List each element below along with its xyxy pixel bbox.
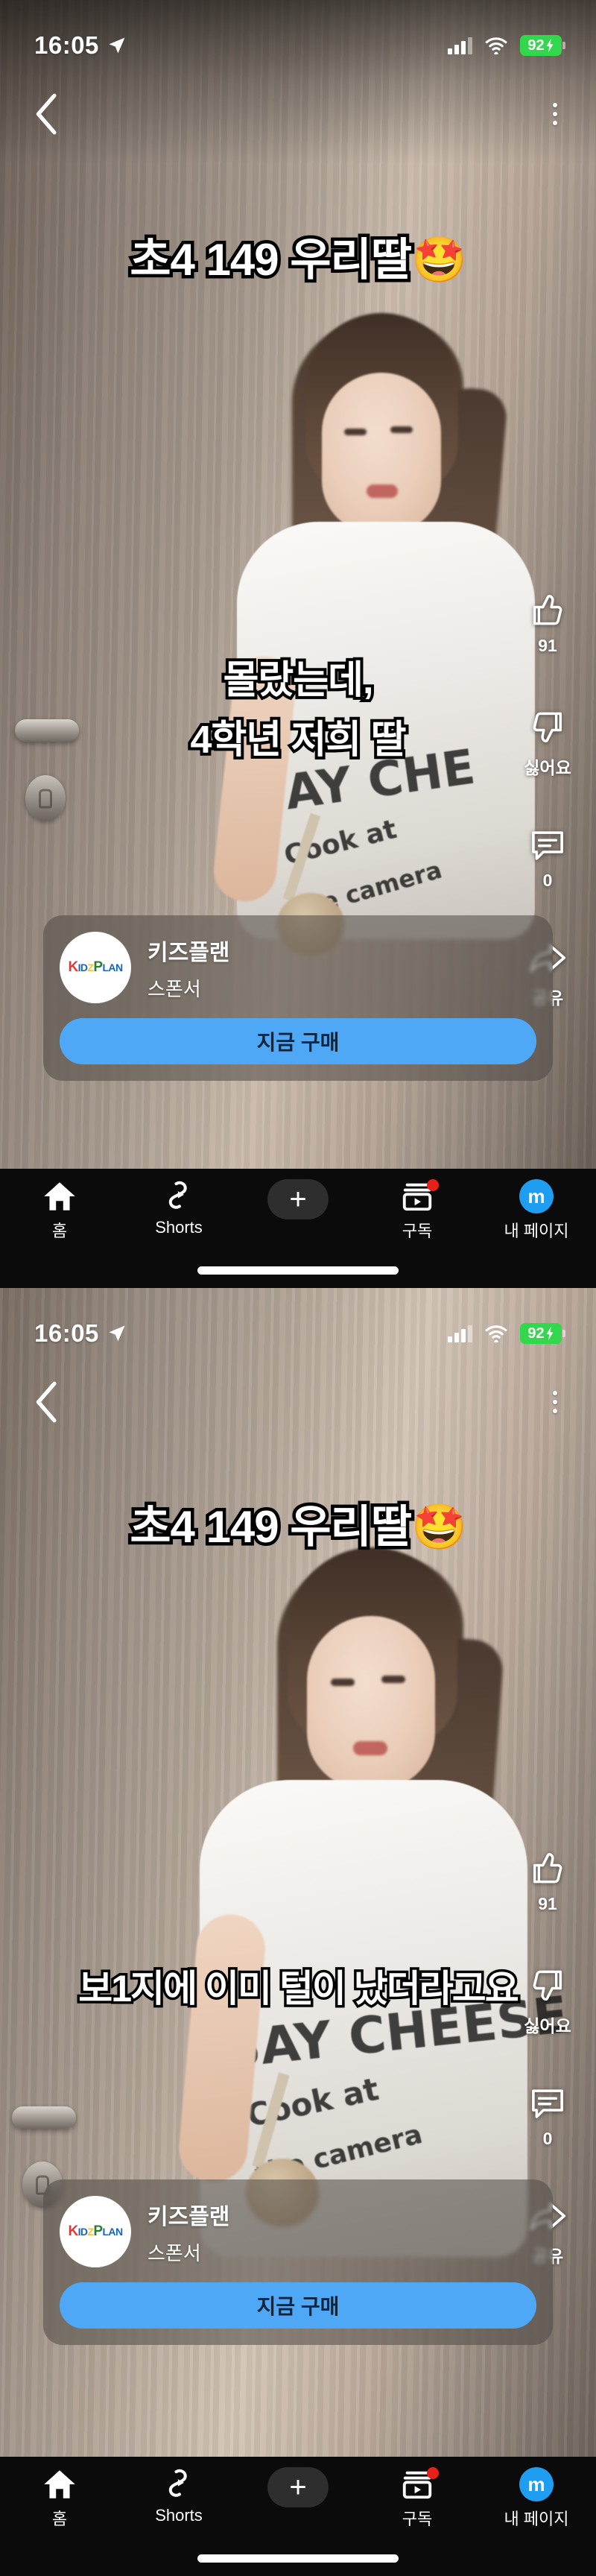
comment-count: 0 [542, 2129, 553, 2148]
tab-subscriptions[interactable]: 구독 [361, 2467, 473, 2530]
battery-level: 92 [527, 1325, 545, 1342]
lightning-bolt-icon [546, 39, 554, 52]
kebab-menu-icon[interactable] [548, 1386, 562, 1418]
shorts-screen-2: SAY CHEESE Cook at the camera 16:05 92 초… [0, 1288, 596, 2576]
chevron-left-icon[interactable] [34, 1381, 60, 1423]
sponsor-label: 스폰서 [148, 977, 201, 1000]
comment-count: 0 [542, 871, 553, 890]
tab-mypage[interactable]: m 내 페이지 [481, 1179, 592, 1242]
shorts-screen-1: AY CHE Cook at the camera 16:05 92 초4 14… [0, 0, 596, 1288]
player-top-nav-1 [0, 88, 596, 140]
chevron-left-icon[interactable] [34, 93, 60, 135]
dislike-button-1[interactable]: 싫어요 [524, 707, 571, 779]
bottom-tab-bar-2: 홈 Shorts + 구독 m 내 페이지 [0, 2457, 596, 2576]
tab-create[interactable]: + [242, 2467, 354, 2507]
buy-now-button-1[interactable]: 지금 구매 [60, 1018, 536, 1064]
tab-subscriptions[interactable]: 구독 [361, 1179, 473, 1242]
buy-now-button-2[interactable]: 지금 구매 [60, 2282, 536, 2329]
plus-icon: + [267, 2467, 329, 2507]
wifi-icon [485, 37, 507, 54]
home-icon [44, 1182, 75, 1210]
location-arrow-icon [109, 1325, 125, 1342]
home-icon [44, 2470, 75, 2498]
tab-label-mypage: 내 페이지 [504, 2510, 569, 2528]
shorts-icon [168, 1181, 187, 1209]
door-handle [12, 2106, 76, 2129]
tab-label-home: 홈 [51, 1222, 68, 1240]
tab-label-subscriptions: 구독 [402, 2510, 433, 2528]
sponsored-ad-card-2[interactable]: KIDZPLAN 키즈플랜 스폰서 지금 구매 [43, 2179, 553, 2345]
tab-shorts[interactable]: Shorts [123, 1179, 235, 1237]
player-top-nav-2 [0, 1376, 596, 1428]
comment-button-2[interactable]: 0 [527, 2083, 568, 2149]
plus-icon: + [267, 1179, 329, 1219]
tab-label-shorts: Shorts [155, 1218, 203, 1237]
advertiser-name: 키즈플랜 [148, 940, 230, 965]
status-bar-2: 16:05 92 [0, 1288, 596, 1357]
title-emoji: 🤩 [410, 1501, 467, 1553]
video-title-caption-1: 초4 149 우리딸🤩 [0, 224, 596, 288]
comment-bubble-icon [532, 2089, 563, 2118]
subscriptions-badge-dot [427, 1179, 439, 1191]
avatar-icon: m [519, 1179, 554, 1213]
battery-level: 92 [527, 37, 545, 54]
like-button-1[interactable]: 91 [527, 589, 568, 656]
home-indicator-1 [197, 1266, 399, 1275]
like-button-2[interactable]: 91 [527, 1847, 568, 1914]
dislike-button-2[interactable]: 싫어요 [524, 1965, 571, 2037]
status-time: 16:05 [34, 1319, 99, 1347]
thumbs-up-icon [533, 594, 562, 625]
tab-home[interactable]: 홈 [4, 2467, 115, 2530]
tab-label-subscriptions: 구독 [402, 1222, 433, 1240]
tab-create[interactable]: + [242, 1179, 354, 1219]
subscriptions-badge-dot [427, 2467, 439, 2479]
tab-label-home: 홈 [51, 2510, 68, 2528]
kebab-menu-icon[interactable] [548, 98, 562, 130]
tab-label-shorts: Shorts [155, 2506, 203, 2525]
logo-wordmark: KIDZPLAN [68, 959, 124, 975]
dislike-label: 싫어요 [524, 2016, 571, 2036]
title-caption-text: 초4 149 우리딸 [127, 1499, 416, 1556]
door-lock-plate [25, 775, 66, 821]
avatar-icon: m [519, 2467, 554, 2501]
thumbs-down-icon [533, 1970, 562, 2001]
battery-charging-icon: 92 [520, 1323, 565, 1344]
tab-home[interactable]: 홈 [4, 1179, 115, 1242]
status-bar-1: 16:05 92 [0, 0, 596, 69]
like-count: 91 [538, 1894, 557, 1913]
thumbs-down-icon [533, 712, 562, 743]
advertiser-name: 키즈플랜 [148, 2204, 230, 2229]
logo-wordmark: KIDZPLAN [68, 2223, 124, 2239]
comment-bubble-icon [532, 831, 563, 860]
home-indicator-2 [197, 2554, 399, 2563]
video-title-caption-2: 초4 149 우리딸🤩 [0, 1491, 596, 1556]
sponsored-ad-card-1[interactable]: KIDZPLAN 키즈플랜 스폰서 지금 구매 [43, 915, 553, 1081]
sponsor-label: 스폰서 [148, 2241, 201, 2264]
thumbs-up-icon [533, 1852, 562, 1884]
status-time: 16:05 [34, 31, 99, 59]
tab-shorts[interactable]: Shorts [123, 2467, 235, 2525]
lightning-bolt-icon [546, 1327, 554, 1340]
title-emoji: 🤩 [410, 234, 467, 286]
shorts-icon [168, 2469, 187, 2497]
bottom-tab-bar-1: 홈 Shorts + 구독 m 내 페이지 [0, 1169, 596, 1288]
wifi-icon [485, 1325, 507, 1342]
dislike-label: 싫어요 [524, 758, 571, 777]
cellular-signal-icon [448, 1325, 472, 1342]
cellular-signal-icon [448, 37, 472, 54]
tab-mypage[interactable]: m 내 페이지 [481, 2467, 592, 2530]
advertiser-logo: KIDZPLAN [60, 932, 131, 1003]
battery-charging-icon: 92 [520, 35, 565, 56]
title-caption-text: 초4 149 우리딸 [127, 232, 416, 288]
comment-button-1[interactable]: 0 [527, 825, 568, 891]
advertiser-logo: KIDZPLAN [60, 2196, 131, 2267]
like-count: 91 [538, 636, 557, 655]
location-arrow-icon [109, 37, 125, 54]
tab-label-mypage: 내 페이지 [504, 1222, 569, 1240]
